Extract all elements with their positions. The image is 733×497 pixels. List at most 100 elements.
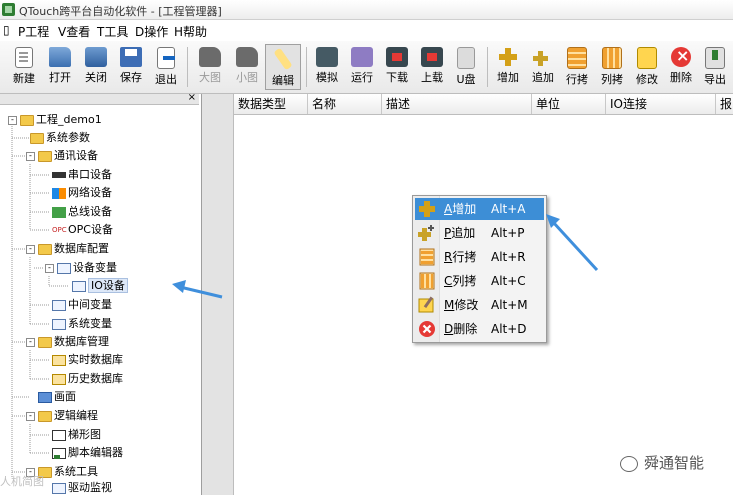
database-icon xyxy=(52,354,66,366)
tree-item-bus-device[interactable]: 总线设备 xyxy=(52,203,112,221)
new-doc-icon xyxy=(15,47,33,68)
tree-item-logic-programming[interactable]: 逻辑编程 xyxy=(38,407,98,425)
tree-item-db-management[interactable]: 数据库管理 xyxy=(38,333,109,351)
folder-icon xyxy=(38,336,52,348)
run-button[interactable]: 运行 xyxy=(344,44,380,90)
expand-toggle[interactable]: - xyxy=(26,152,35,161)
context-item-add[interactable]: A增加 Alt+A xyxy=(415,198,544,220)
network-icon xyxy=(52,187,66,199)
tree-item-opc-device[interactable]: OPCOPC设备 xyxy=(52,221,113,239)
col-copy-icon xyxy=(419,272,435,290)
tree-item-script-editor[interactable]: 脚本编辑器 xyxy=(52,444,123,462)
simulate-button[interactable]: 模拟 xyxy=(309,44,345,90)
screen-icon xyxy=(38,391,52,403)
tree-item-ladder[interactable]: 梯形图 xyxy=(52,426,101,444)
wechat-icon xyxy=(620,455,638,472)
row-copy-button[interactable]: 行拷 xyxy=(559,44,595,90)
save-button[interactable]: 保存 xyxy=(113,44,149,90)
expand-toggle[interactable]: - xyxy=(26,412,35,421)
tree-root-project[interactable]: 工程_demo1 xyxy=(20,111,102,129)
edit-button[interactable]: 编辑 xyxy=(265,44,301,90)
open-folder-icon xyxy=(49,47,71,67)
opc-icon: OPC xyxy=(52,225,67,234)
add-icon xyxy=(497,47,519,67)
column-header-data-type[interactable]: 数据类型 xyxy=(234,94,308,114)
folder-icon xyxy=(20,114,34,126)
menu-operation[interactable]: D操作 xyxy=(135,23,168,40)
context-item-append[interactable]: P追加 Alt+P xyxy=(415,222,544,244)
tree-item-network-device[interactable]: 网络设备 xyxy=(52,184,112,202)
variable-icon xyxy=(52,318,66,330)
tree-item-comm-devices[interactable]: 通讯设备 xyxy=(38,147,98,165)
column-header-name[interactable]: 名称 xyxy=(308,94,382,114)
folder-icon xyxy=(30,132,44,144)
tree-item-middle-vars[interactable]: 中间变量 xyxy=(52,296,112,314)
tree-item-device-vars[interactable]: 设备变量 xyxy=(57,259,117,277)
folder-icon xyxy=(38,243,52,255)
menu-view[interactable]: V查看 xyxy=(58,23,90,40)
app-icon xyxy=(2,3,15,16)
tree-item-system-vars[interactable]: 系统变量 xyxy=(52,315,112,333)
column-header-description[interactable]: 描述 xyxy=(382,94,532,114)
new-button[interactable]: 新建 xyxy=(6,44,42,90)
simulate-icon xyxy=(316,47,338,67)
large-view-icon xyxy=(199,47,221,67)
col-copy-icon xyxy=(602,47,622,69)
tree-item-serial-device[interactable]: 串口设备 xyxy=(52,166,112,184)
ladder-icon xyxy=(52,429,66,441)
add-icon xyxy=(419,201,435,217)
expand-toggle[interactable]: - xyxy=(26,338,35,347)
column-header-unit[interactable]: 单位 xyxy=(532,94,606,114)
database-icon xyxy=(52,373,66,385)
delete-icon xyxy=(419,321,435,337)
window-title: QTouch跨平台自动化软件 - [工程管理器] xyxy=(19,5,222,18)
expand-toggle[interactable]: - xyxy=(8,116,17,125)
column-header-alarm[interactable]: 报 xyxy=(716,94,733,114)
context-item-modify[interactable]: M修改 Alt+M xyxy=(415,294,544,316)
tree-item-io-device[interactable]: IO设备 xyxy=(72,277,128,295)
run-icon xyxy=(351,47,373,67)
close-button[interactable]: 关闭 xyxy=(78,44,114,90)
context-item-delete[interactable]: D删除 Alt+D xyxy=(415,318,544,340)
exit-button[interactable]: 退出 xyxy=(148,44,184,90)
toolbar-separator xyxy=(306,47,307,87)
tree-item-history-db[interactable]: 历史数据库 xyxy=(52,370,123,388)
small-icon-button[interactable]: 小图 xyxy=(229,44,265,90)
expand-toggle[interactable]: - xyxy=(26,245,35,254)
add-button[interactable]: 增加 xyxy=(490,44,526,90)
expand-toggle[interactable]: - xyxy=(45,264,54,273)
io-device-icon xyxy=(72,280,86,292)
save-disk-icon xyxy=(120,47,142,67)
udisk-button[interactable]: U盘 xyxy=(448,44,484,90)
project-tree-panel: × - 工程_demo1 系统参数 - 通讯设备 串口设备 网络设备 总线设备 … xyxy=(0,93,202,495)
download-icon xyxy=(386,47,408,67)
open-button[interactable]: 打开 xyxy=(42,44,78,90)
export-button[interactable]: 导出 xyxy=(697,44,733,90)
context-item-col-copy[interactable]: C列拷 Alt+C xyxy=(415,270,544,292)
folder-icon xyxy=(38,410,52,422)
modify-icon xyxy=(637,47,657,69)
tree-item-realtime-db[interactable]: 实时数据库 xyxy=(52,351,123,369)
file-icon: ▯ xyxy=(3,23,10,37)
context-item-row-copy[interactable]: R行拷 Alt+R xyxy=(415,246,544,268)
col-copy-button[interactable]: 列拷 xyxy=(594,44,630,90)
toolbar: 新建 打开 关闭 保存 退出 大图 小图 编辑 模拟 运行 下载 上载 U盘 增… xyxy=(0,41,733,94)
tree-item-system-params[interactable]: 系统参数 xyxy=(30,129,90,147)
menu-project[interactable]: P工程 xyxy=(18,23,49,40)
modify-button[interactable]: 修改 xyxy=(629,44,665,90)
tree-item-screen[interactable]: 画面 xyxy=(38,388,76,406)
folder-icon xyxy=(38,150,52,162)
column-header-io-connection[interactable]: IO连接 xyxy=(606,94,716,114)
context-menu: A增加 Alt+A P追加 Alt+P R行拷 Alt+R C列拷 Alt+C … xyxy=(412,195,547,343)
download-button[interactable]: 下载 xyxy=(379,44,415,90)
menu-help[interactable]: H帮助 xyxy=(174,23,207,40)
bus-icon xyxy=(52,206,66,218)
delete-button[interactable]: 删除 xyxy=(663,44,699,90)
large-icon-button[interactable]: 大图 xyxy=(192,44,228,90)
brand-watermark: 舜通智能 xyxy=(620,451,728,475)
usb-drive-icon xyxy=(457,47,475,69)
append-button[interactable]: 追加 xyxy=(525,44,561,90)
upload-button[interactable]: 上载 xyxy=(414,44,450,90)
tree-item-db-config[interactable]: 数据库配置 xyxy=(38,240,109,258)
menu-tools[interactable]: T工具 xyxy=(97,23,128,40)
